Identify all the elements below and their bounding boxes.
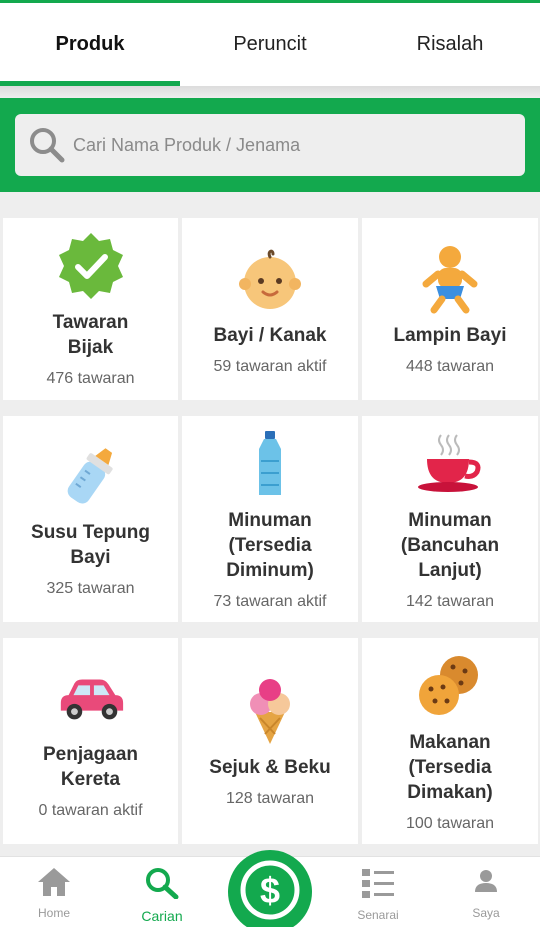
category-count: 73 tawaran aktif bbox=[213, 592, 327, 610]
coffee-cup-icon bbox=[414, 428, 486, 500]
category-card-penjagaan-kereta[interactable]: Penjagaan Kereta 0 tawaran aktif bbox=[3, 638, 178, 844]
search-box[interactable] bbox=[15, 114, 525, 176]
category-name: Susu Tepung Bayi bbox=[31, 522, 150, 568]
category-count: 325 tawaran bbox=[46, 580, 135, 597]
category-card-minuman-tersedia[interactable]: Minuman (Tersedia Diminum) 73 tawaran ak… bbox=[182, 416, 358, 622]
dollar-icon: $ bbox=[240, 860, 300, 925]
tab-produk[interactable]: Produk bbox=[0, 3, 180, 86]
water-bottle-icon bbox=[234, 428, 306, 500]
category-count: 59 tawaran aktif bbox=[213, 357, 327, 375]
baby-bottle-icon bbox=[55, 440, 127, 512]
nav-label: Senarai bbox=[357, 908, 399, 922]
nav-label: Carian bbox=[141, 908, 183, 924]
baby-diaper-icon bbox=[414, 243, 486, 315]
tab-shadow bbox=[0, 86, 540, 98]
category-name: Bayi / Kanak bbox=[213, 324, 327, 346]
baby-face-icon bbox=[234, 243, 306, 315]
search-icon bbox=[145, 867, 179, 904]
category-card-sejuk-beku[interactable]: Sejuk & Beku 128 tawaran bbox=[182, 638, 358, 844]
category-card-minuman-bancuhan[interactable]: Minuman (Bancuhan Lanjut) 142 tawaran bbox=[362, 416, 538, 622]
category-count: 100 tawaran bbox=[405, 814, 495, 832]
category-count: 476 tawaran bbox=[46, 370, 135, 387]
category-card-makanan-tersedia[interactable]: Makanan (Tersedia Dimakan) 100 tawaran bbox=[362, 638, 538, 844]
category-name: Sejuk & Beku bbox=[209, 756, 331, 778]
home-icon bbox=[37, 867, 71, 902]
category-count: 0 tawaran aktif bbox=[38, 802, 143, 819]
tab-peruncit[interactable]: Peruncit bbox=[180, 3, 360, 86]
category-count: 448 tawaran bbox=[405, 357, 495, 375]
category-card-lampin-bayi[interactable]: Lampin Bayi 448 tawaran bbox=[362, 218, 538, 400]
nav-carian[interactable]: Carian bbox=[112, 857, 212, 927]
category-name: Minuman (Bancuhan Lanjut) bbox=[400, 509, 500, 581]
nav-senarai[interactable]: Senarai bbox=[328, 857, 428, 927]
search-input[interactable] bbox=[73, 134, 493, 156]
category-card-susu-tepung-bayi[interactable]: Susu Tepung Bayi 325 tawaran bbox=[3, 416, 178, 622]
tab-risalah[interactable]: Risalah bbox=[360, 3, 540, 86]
category-name: Penjagaan Kereta bbox=[42, 744, 139, 790]
search-band bbox=[0, 98, 540, 192]
ice-cream-icon bbox=[234, 675, 306, 747]
search-icon bbox=[27, 125, 67, 165]
category-name: Tawaran Bijak bbox=[52, 312, 129, 358]
app-screen: Produk Peruncit Risalah Tawaran Bi bbox=[0, 0, 540, 927]
nav-saya[interactable]: Saya bbox=[436, 857, 536, 927]
list-icon bbox=[360, 867, 396, 904]
category-count: 128 tawaran bbox=[225, 789, 315, 807]
nav-home[interactable]: Home bbox=[4, 857, 104, 927]
nav-label: Saya bbox=[472, 906, 500, 920]
verified-badge-icon bbox=[55, 230, 127, 302]
nav-label: Home bbox=[37, 906, 70, 920]
car-icon bbox=[55, 662, 127, 734]
dollar-fab-button[interactable]: $ bbox=[228, 850, 312, 927]
category-name: Minuman (Tersedia Diminum) bbox=[226, 509, 314, 581]
category-card-bayi-kanak[interactable]: Bayi / Kanak 59 tawaran aktif bbox=[182, 218, 358, 400]
dollar-symbol: $ bbox=[260, 870, 280, 911]
category-count: 142 tawaran bbox=[405, 592, 495, 610]
cookie-icon bbox=[414, 650, 486, 722]
person-icon bbox=[471, 867, 501, 902]
top-tabs: Produk Peruncit Risalah bbox=[0, 0, 540, 86]
category-name: Makanan (Tersedia Dimakan) bbox=[407, 731, 493, 803]
category-name: Lampin Bayi bbox=[393, 324, 507, 346]
category-card-tawaran-bijak[interactable]: Tawaran Bijak 476 tawaran bbox=[3, 218, 178, 400]
